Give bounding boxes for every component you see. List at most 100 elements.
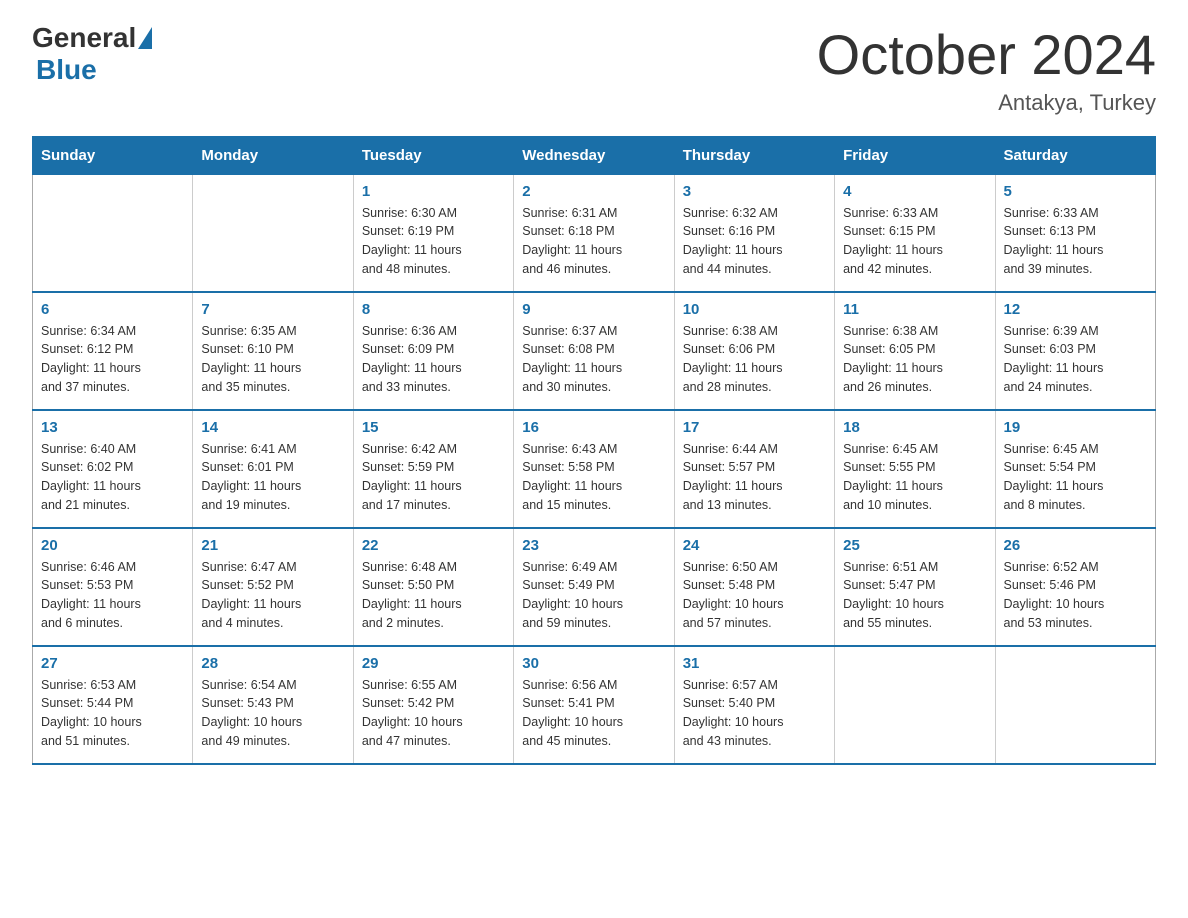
calendar-cell: 27 Sunrise: 6:53 AMSunset: 5:44 PMDayligh…: [33, 646, 193, 764]
day-number: 3: [683, 183, 826, 200]
day-info: Sunrise: 6:41 AMSunset: 6:01 PMDaylight:…: [201, 440, 344, 515]
day-number: 7: [201, 301, 344, 318]
calendar-cell: 31 Sunrise: 6:57 AMSunset: 5:40 PMDayligh…: [674, 646, 834, 764]
calendar-cell: 3 Sunrise: 6:32 AMSunset: 6:16 PMDaylight…: [674, 174, 834, 292]
calendar-cell: 7Sunrise: 6:35 AMSunset: 6:10 PMDaylight…: [193, 292, 353, 410]
day-info: Sunrise: 6:34 AMSunset: 6:12 PMDaylight:…: [41, 322, 184, 397]
page-title: October 2024: [817, 24, 1156, 86]
day-info: Sunrise: 6:37 AMSunset: 6:08 PMDaylight:…: [522, 322, 665, 397]
day-info: Sunrise: 6:32 AMSunset: 6:16 PMDaylight:…: [683, 204, 826, 279]
day-number: 6: [41, 301, 184, 318]
weekday-header-tuesday: Tuesday: [353, 136, 513, 174]
calendar-cell: 13 Sunrise: 6:40 AMSunset: 6:02 PMDayligh…: [33, 410, 193, 528]
day-number: 14: [201, 419, 344, 436]
day-number: 16: [522, 419, 665, 436]
day-info: Sunrise: 6:33 AMSunset: 6:15 PMDaylight:…: [843, 204, 986, 279]
calendar-cell: 28 Sunrise: 6:54 AMSunset: 5:43 PMDayligh…: [193, 646, 353, 764]
day-number: 25: [843, 537, 986, 554]
calendar-cell: 8 Sunrise: 6:36 AMSunset: 6:09 PMDaylight…: [353, 292, 513, 410]
day-number: 26: [1004, 537, 1147, 554]
day-number: 1: [362, 183, 505, 200]
day-number: 22: [362, 537, 505, 554]
day-info: Sunrise: 6:43 AMSunset: 5:58 PMDaylight:…: [522, 440, 665, 515]
day-number: 10: [683, 301, 826, 318]
calendar-cell: 2Sunrise: 6:31 AMSunset: 6:18 PMDaylight…: [514, 174, 674, 292]
day-info: Sunrise: 6:54 AMSunset: 5:43 PMDaylight:…: [201, 676, 344, 751]
logo-triangle-icon: [138, 27, 152, 49]
weekday-header-monday: Monday: [193, 136, 353, 174]
day-number: 27: [41, 655, 184, 672]
day-number: 9: [522, 301, 665, 318]
day-info: Sunrise: 6:47 AMSunset: 5:52 PMDaylight:…: [201, 558, 344, 633]
day-number: 20: [41, 537, 184, 554]
day-number: 28: [201, 655, 344, 672]
calendar-cell: 15Sunrise: 6:42 AMSunset: 5:59 PMDayligh…: [353, 410, 513, 528]
calendar-cell: [995, 646, 1155, 764]
calendar-week-row: 27 Sunrise: 6:53 AMSunset: 5:44 PMDayligh…: [33, 646, 1156, 764]
calendar-cell: 5 Sunrise: 6:33 AMSunset: 6:13 PMDaylight…: [995, 174, 1155, 292]
day-info: Sunrise: 6:44 AMSunset: 5:57 PMDaylight:…: [683, 440, 826, 515]
day-number: 31: [683, 655, 826, 672]
day-info: Sunrise: 6:57 AMSunset: 5:40 PMDaylight:…: [683, 676, 826, 751]
day-info: Sunrise: 6:42 AMSunset: 5:59 PMDaylight:…: [362, 440, 505, 515]
day-info: Sunrise: 6:52 AMSunset: 5:46 PMDaylight:…: [1004, 558, 1147, 633]
day-number: 17: [683, 419, 826, 436]
logo-area: General Blue: [32, 24, 154, 86]
day-number: 8: [362, 301, 505, 318]
calendar-week-row: 1 Sunrise: 6:30 AMSunset: 6:19 PMDaylight…: [33, 174, 1156, 292]
day-info: Sunrise: 6:39 AMSunset: 6:03 PMDaylight:…: [1004, 322, 1147, 397]
day-number: 12: [1004, 301, 1147, 318]
calendar-cell: 12 Sunrise: 6:39 AMSunset: 6:03 PMDayligh…: [995, 292, 1155, 410]
day-number: 19: [1004, 419, 1147, 436]
day-number: 30: [522, 655, 665, 672]
calendar-cell: 22 Sunrise: 6:48 AMSunset: 5:50 PMDayligh…: [353, 528, 513, 646]
calendar-cell: [33, 174, 193, 292]
day-info: Sunrise: 6:53 AMSunset: 5:44 PMDaylight:…: [41, 676, 184, 751]
calendar-cell: [835, 646, 995, 764]
logo-blue-text: Blue: [36, 54, 97, 85]
calendar-cell: 9 Sunrise: 6:37 AMSunset: 6:08 PMDaylight…: [514, 292, 674, 410]
calendar-cell: 6 Sunrise: 6:34 AMSunset: 6:12 PMDaylight…: [33, 292, 193, 410]
day-info: Sunrise: 6:33 AMSunset: 6:13 PMDaylight:…: [1004, 204, 1147, 279]
calendar-week-row: 13 Sunrise: 6:40 AMSunset: 6:02 PMDayligh…: [33, 410, 1156, 528]
day-info: Sunrise: 6:46 AMSunset: 5:53 PMDaylight:…: [41, 558, 184, 633]
calendar-cell: 20 Sunrise: 6:46 AMSunset: 5:53 PMDayligh…: [33, 528, 193, 646]
day-number: 21: [201, 537, 344, 554]
calendar-cell: 4Sunrise: 6:33 AMSunset: 6:15 PMDaylight…: [835, 174, 995, 292]
calendar-week-row: 20 Sunrise: 6:46 AMSunset: 5:53 PMDayligh…: [33, 528, 1156, 646]
weekday-header-friday: Friday: [835, 136, 995, 174]
day-number: 2: [522, 183, 665, 200]
day-number: 23: [522, 537, 665, 554]
calendar-cell: 11Sunrise: 6:38 AMSunset: 6:05 PMDayligh…: [835, 292, 995, 410]
day-info: Sunrise: 6:30 AMSunset: 6:19 PMDaylight:…: [362, 204, 505, 279]
calendar-cell: 17 Sunrise: 6:44 AMSunset: 5:57 PMDayligh…: [674, 410, 834, 528]
weekday-header-saturday: Saturday: [995, 136, 1155, 174]
calendar-cell: 25Sunrise: 6:51 AMSunset: 5:47 PMDayligh…: [835, 528, 995, 646]
day-number: 29: [362, 655, 505, 672]
day-number: 24: [683, 537, 826, 554]
logo-general-text: General: [32, 24, 136, 52]
day-info: Sunrise: 6:56 AMSunset: 5:41 PMDaylight:…: [522, 676, 665, 751]
weekday-header-sunday: Sunday: [33, 136, 193, 174]
calendar-cell: 24Sunrise: 6:50 AMSunset: 5:48 PMDayligh…: [674, 528, 834, 646]
calendar-cell: [193, 174, 353, 292]
day-info: Sunrise: 6:45 AMSunset: 5:55 PMDaylight:…: [843, 440, 986, 515]
day-info: Sunrise: 6:49 AMSunset: 5:49 PMDaylight:…: [522, 558, 665, 633]
day-info: Sunrise: 6:45 AMSunset: 5:54 PMDaylight:…: [1004, 440, 1147, 515]
calendar-cell: 26 Sunrise: 6:52 AMSunset: 5:46 PMDayligh…: [995, 528, 1155, 646]
day-info: Sunrise: 6:38 AMSunset: 6:06 PMDaylight:…: [683, 322, 826, 397]
calendar-week-row: 6 Sunrise: 6:34 AMSunset: 6:12 PMDaylight…: [33, 292, 1156, 410]
day-number: 11: [843, 301, 986, 318]
day-info: Sunrise: 6:36 AMSunset: 6:09 PMDaylight:…: [362, 322, 505, 397]
day-info: Sunrise: 6:40 AMSunset: 6:02 PMDaylight:…: [41, 440, 184, 515]
calendar-cell: 29Sunrise: 6:55 AMSunset: 5:42 PMDayligh…: [353, 646, 513, 764]
day-number: 13: [41, 419, 184, 436]
calendar-cell: 10 Sunrise: 6:38 AMSunset: 6:06 PMDayligh…: [674, 292, 834, 410]
logo: General: [32, 24, 154, 52]
calendar-cell: 14 Sunrise: 6:41 AMSunset: 6:01 PMDayligh…: [193, 410, 353, 528]
day-number: 18: [843, 419, 986, 436]
day-number: 5: [1004, 183, 1147, 200]
calendar-cell: 30 Sunrise: 6:56 AMSunset: 5:41 PMDayligh…: [514, 646, 674, 764]
day-info: Sunrise: 6:48 AMSunset: 5:50 PMDaylight:…: [362, 558, 505, 633]
weekday-header-thursday: Thursday: [674, 136, 834, 174]
